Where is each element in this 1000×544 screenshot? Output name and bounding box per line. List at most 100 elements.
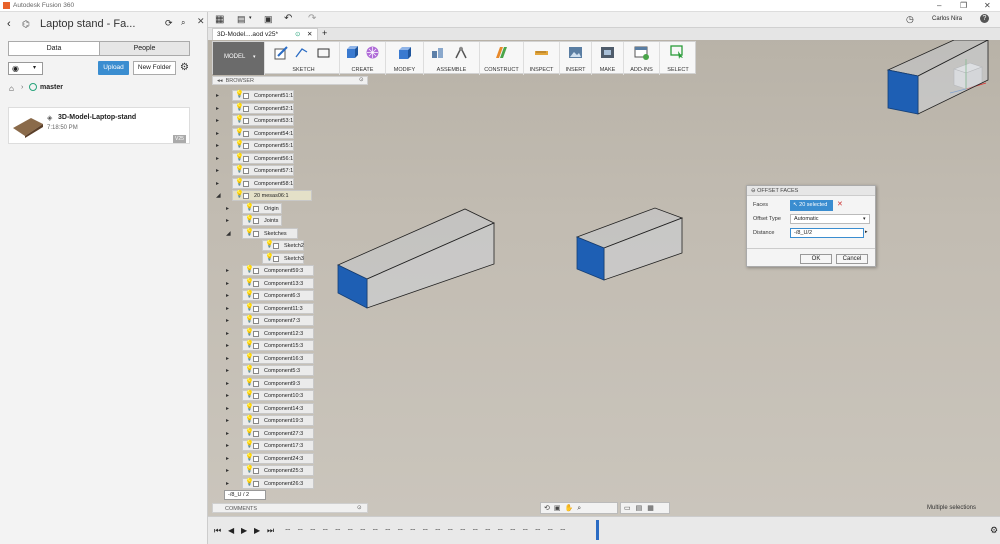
timeline-feature-icon[interactable]: ⌔ <box>534 527 542 537</box>
document-tab[interactable]: 3D-Model....aod v25* ⊙ ✕ <box>212 28 318 40</box>
file-time: 7:18:50 PM <box>47 125 78 131</box>
zoom-icon[interactable]: ⌕ <box>577 505 585 512</box>
faces-selection-button[interactable]: ↖ 20 selected <box>790 200 833 211</box>
search-icon[interactable]: ⌕ <box>181 18 185 28</box>
display-icon[interactable]: ▭ <box>624 505 636 512</box>
collapse-dialog-icon[interactable]: ⊖ <box>751 188 756 194</box>
body-middle[interactable] <box>575 207 684 281</box>
timeline-feature-icon[interactable]: ⌔ <box>284 527 292 537</box>
restore-button[interactable]: ❐ <box>960 1 967 10</box>
distance-label: Distance <box>753 230 775 236</box>
dialog-divider <box>747 248 875 249</box>
title-bar: Autodesk Fusion 360 – ❐ ✕ <box>0 0 1000 12</box>
previous-step-icon[interactable]: ◀ <box>228 526 234 535</box>
save-icon[interactable]: ▣ <box>264 14 273 25</box>
branch-icon <box>29 83 37 91</box>
user-name[interactable]: Carlos Nira <box>932 16 962 22</box>
redo-icon[interactable]: ↷ <box>308 13 316 24</box>
document-tab-label: 3D-Model....aod v25* <box>217 31 279 38</box>
clear-selection-icon[interactable]: ✕ <box>837 200 843 208</box>
chevron-down-icon: ▾ <box>249 15 252 21</box>
timeline-feature-icon[interactable]: ⌔ <box>447 527 455 537</box>
dialog-title: OFFSET FACES <box>757 188 799 194</box>
offset-type-value: Automatic <box>794 216 819 222</box>
distance-input[interactable]: -/8_U/2 <box>790 228 864 238</box>
grid-icon[interactable]: ▤ <box>636 505 648 512</box>
timeline-feature-icon[interactable]: ⌔ <box>347 527 355 537</box>
close-window-button[interactable]: ✕ <box>984 1 991 10</box>
status-text: Multiple selections <box>927 505 977 511</box>
new-tab-icon[interactable]: + <box>322 28 327 38</box>
chevron-down-icon: ▾ <box>33 65 37 71</box>
file-menu-icon[interactable]: ▤ <box>237 14 246 25</box>
timeline-feature-icon[interactable]: ⌔ <box>384 527 392 537</box>
next-step-icon[interactable]: ▶ <box>254 526 260 535</box>
chevron-down-icon: ▾ <box>863 216 866 222</box>
timeline-feature-icon[interactable]: ⌔ <box>409 527 417 537</box>
tab-data[interactable]: Data <box>9 42 100 55</box>
orbit-icon[interactable]: ⟲ <box>544 505 554 512</box>
chevron-right-icon: › <box>21 84 24 91</box>
faces-value: 20 selected <box>799 202 828 208</box>
offset-type-select[interactable]: Automatic ▾ <box>790 214 870 224</box>
home-icon[interactable]: ⌂ <box>9 84 14 93</box>
timeline-feature-icon[interactable]: ⌔ <box>322 527 330 537</box>
branch-name[interactable]: master <box>40 84 63 91</box>
help-icon[interactable]: ? <box>980 14 989 23</box>
upload-button[interactable]: Upload <box>98 61 129 75</box>
data-people-tabs: Data People <box>8 41 190 56</box>
timeline-feature-icon[interactable]: ⌔ <box>397 527 405 537</box>
timeline-feature-icon[interactable]: ⌔ <box>372 527 380 537</box>
timeline-settings-icon[interactable]: ⚙ <box>990 525 998 536</box>
faces-label: Faces <box>753 202 768 208</box>
play-icon[interactable]: ▶ <box>241 526 247 535</box>
gear-icon[interactable]: ⚙ <box>180 62 189 73</box>
timeline-feature-icon[interactable]: ⌔ <box>472 527 480 537</box>
cursor-icon: ↖ <box>793 202 798 208</box>
close-panel-icon[interactable]: ✕ <box>197 16 205 27</box>
file-card[interactable]: ◈ 3D-Model-Laptop-stand 7:18:50 PM V25 <box>8 107 190 144</box>
timeline-feature-icon[interactable]: ⌔ <box>522 527 530 537</box>
clock-icon[interactable]: ◷ <box>906 14 914 25</box>
distance-value: -/8_U/2 <box>794 230 813 236</box>
timeline-feature-icon[interactable]: ⌔ <box>497 527 505 537</box>
close-tab-icon[interactable]: ✕ <box>307 30 312 38</box>
body-left[interactable] <box>337 208 495 309</box>
timeline-feature-icon[interactable]: ⌔ <box>547 527 555 537</box>
ok-button[interactable]: OK <box>800 254 832 264</box>
refresh-icon[interactable]: ⟳ <box>165 18 173 29</box>
body-right[interactable] <box>886 40 989 115</box>
data-panel-grid-icon[interactable]: ▦ <box>215 14 224 25</box>
new-folder-button[interactable]: New Folder <box>133 61 176 75</box>
timeline-feature-icon[interactable]: ⌔ <box>484 527 492 537</box>
timeline-marker[interactable] <box>596 520 599 540</box>
timeline-feature-icon[interactable]: ⌔ <box>334 527 342 537</box>
timeline-feature-icon[interactable]: ⌔ <box>309 527 317 537</box>
fusion-logo-icon <box>3 2 10 9</box>
timeline-feature-icon[interactable]: ⌔ <box>434 527 442 537</box>
eye-icon: ◉ <box>12 64 19 73</box>
viewports-icon[interactable]: ▦ <box>647 505 659 512</box>
navigation-bar: ⟲▣✋⌕ <box>540 502 618 514</box>
pan-icon[interactable]: ✋ <box>565 505 578 512</box>
timeline-feature-icon[interactable]: ⌔ <box>422 527 430 537</box>
app-bar: ▦ ▤ ▾ ▣ ↶ ↷ ◷ Carlos Nira ? <box>208 12 1000 28</box>
first-step-icon[interactable]: ⏮ <box>214 526 221 536</box>
timeline-bar: ⏮ ◀ ▶ ▶ ⏭ ⌔ ⌔ ⌔ ⌔ ⌔ ⌔ ⌔ ⌔ ⌔ ⌔ ⌔ ⌔ ⌔ ⌔ ⌔ ⌔ ⌔ ⌔ ⌔ ⌔ ⌔ ⌔ ⌔ ⚙ <box>208 516 1000 544</box>
timeline-feature-icon[interactable]: ⌔ <box>459 527 467 537</box>
app-title: Autodesk Fusion 360 <box>13 2 75 9</box>
tab-people[interactable]: People <box>100 42 189 55</box>
timeline-feature-icon[interactable]: ⌔ <box>559 527 567 537</box>
minimize-button[interactable]: – <box>937 1 941 10</box>
undo-icon[interactable]: ↶ <box>284 13 292 24</box>
timeline-feature-icon[interactable]: ⌔ <box>297 527 305 537</box>
timeline-feature-icon[interactable]: ⌔ <box>509 527 517 537</box>
cancel-button[interactable]: Cancel <box>836 254 868 264</box>
view-selector[interactable]: ◉ ▾ <box>8 62 43 75</box>
chevron-down-icon[interactable]: ▸ <box>865 229 868 235</box>
look-at-icon[interactable]: ▣ <box>554 505 565 512</box>
timeline-feature-icon[interactable]: ⌔ <box>359 527 367 537</box>
last-step-icon[interactable]: ⏭ <box>267 526 274 536</box>
back-icon[interactable]: ‹ <box>7 18 11 30</box>
timeline-features: ⌔ ⌔ ⌔ ⌔ ⌔ ⌔ ⌔ ⌔ ⌔ ⌔ ⌔ ⌔ ⌔ ⌔ ⌔ ⌔ ⌔ ⌔ ⌔ ⌔ ⌔ ⌔ ⌔ <box>284 520 602 540</box>
